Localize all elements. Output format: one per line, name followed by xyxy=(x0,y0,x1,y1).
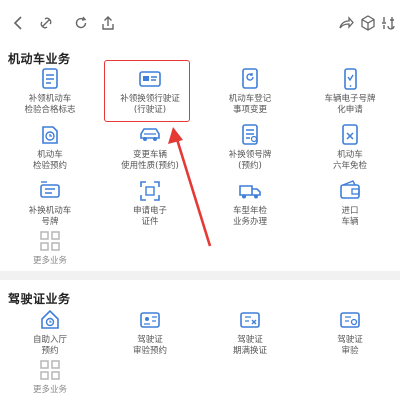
tile-label: 更多业务 xyxy=(32,385,67,395)
section-title-license: 驾驶证业务 xyxy=(8,292,71,306)
tile-license-expiry-renewal[interactable]: 驾驶证 期满换证 xyxy=(200,307,300,363)
tile-imported-vehicle[interactable]: 进口 车辆 xyxy=(300,178,400,234)
top-toolbar xyxy=(0,0,400,44)
tile-label: 进口 车辆 xyxy=(341,206,359,227)
tile-license-review-appointment[interactable]: 驾驶证 审验预约 xyxy=(100,307,200,363)
tile-self-service-appointment[interactable]: 自助入厅 预约 xyxy=(0,307,100,363)
license-check-icon xyxy=(337,307,363,333)
highlight-box xyxy=(104,60,190,122)
clock-doc-icon xyxy=(37,122,63,148)
tile-label: 机动车 检验预约 xyxy=(32,150,67,171)
tile-electronic-plate[interactable]: 车辆电子号牌 化申请 xyxy=(300,66,400,122)
tile-label: 补领机动车 检验合格标志 xyxy=(24,94,76,115)
tile-annual-inspection[interactable]: 车型年检 业务办理 xyxy=(200,178,300,234)
tile-label: 车辆电子号牌 化申请 xyxy=(324,94,376,115)
tile-label: 补换机动车 号牌 xyxy=(28,206,72,227)
tile-label: 车型年检 业务办理 xyxy=(232,206,267,227)
tile-label: 驾驶证 审验 xyxy=(337,335,363,356)
tile-inspection-appointment[interactable]: 机动车 检验预约 xyxy=(0,122,100,178)
truck-icon xyxy=(237,178,263,204)
tile-label: 自助入厅 预约 xyxy=(32,335,67,356)
tile-label: 驾驶证 审验预约 xyxy=(132,335,167,356)
scan-icon xyxy=(137,178,163,204)
share-icon[interactable] xyxy=(99,14,117,32)
tile-reissue-plate-appointment[interactable]: 补换领号牌 (预约) xyxy=(200,122,300,178)
tile-label: 变更车辆 使用性质(预约) xyxy=(121,150,179,171)
plate-icon xyxy=(37,178,63,204)
back-icon[interactable] xyxy=(10,14,28,32)
tile-six-year-exemption[interactable]: 机动车 六年免检 xyxy=(300,122,400,178)
tile-label: 补换领号牌 (预约) xyxy=(228,150,272,171)
tile-label: 更多业务 xyxy=(32,256,67,266)
wallet-icon xyxy=(337,178,363,204)
document-icon xyxy=(37,66,63,92)
phone-icon xyxy=(337,66,363,92)
tile-label: 驾驶证 期满换证 xyxy=(232,335,267,356)
forward-share-icon[interactable] xyxy=(337,14,355,32)
settings-icon[interactable] xyxy=(380,14,398,32)
tile-more-license[interactable]: 更多业务 xyxy=(0,357,100,413)
tile-change-use-nature[interactable]: 变更车辆 使用性质(预约) xyxy=(100,122,200,178)
tile-label: 申请电子 证件 xyxy=(132,206,167,227)
car-icon xyxy=(137,122,163,148)
refresh-icon[interactable] xyxy=(72,14,90,32)
tile-label: 机动车登记 事项变更 xyxy=(228,94,272,115)
license-icon xyxy=(137,307,163,333)
link-icon[interactable] xyxy=(37,14,55,32)
cube-icon[interactable] xyxy=(359,14,377,32)
user-clock-icon xyxy=(37,307,63,333)
grid-icon xyxy=(37,228,63,254)
tile-label: 机动车 六年免检 xyxy=(332,150,367,171)
grid-icon xyxy=(37,357,63,383)
check-doc-icon xyxy=(337,122,363,148)
tile-registration-change[interactable]: 机动车登记 事项变更 xyxy=(200,66,300,122)
tile-license-review[interactable]: 驾驶证 审验 xyxy=(300,307,400,363)
tile-reissue-inspection-mark[interactable]: 补领机动车 检验合格标志 xyxy=(0,66,100,122)
section-title-vehicle: 机动车业务 xyxy=(8,52,71,66)
license-x-icon xyxy=(237,307,263,333)
tile-electronic-certificate[interactable]: 申请电子 证件 xyxy=(100,178,200,234)
tile-reissue-plate[interactable]: 补换机动车 号牌 xyxy=(0,178,100,234)
refresh-doc-icon xyxy=(237,66,263,92)
list-doc-icon xyxy=(237,122,263,148)
section-divider xyxy=(0,271,400,280)
